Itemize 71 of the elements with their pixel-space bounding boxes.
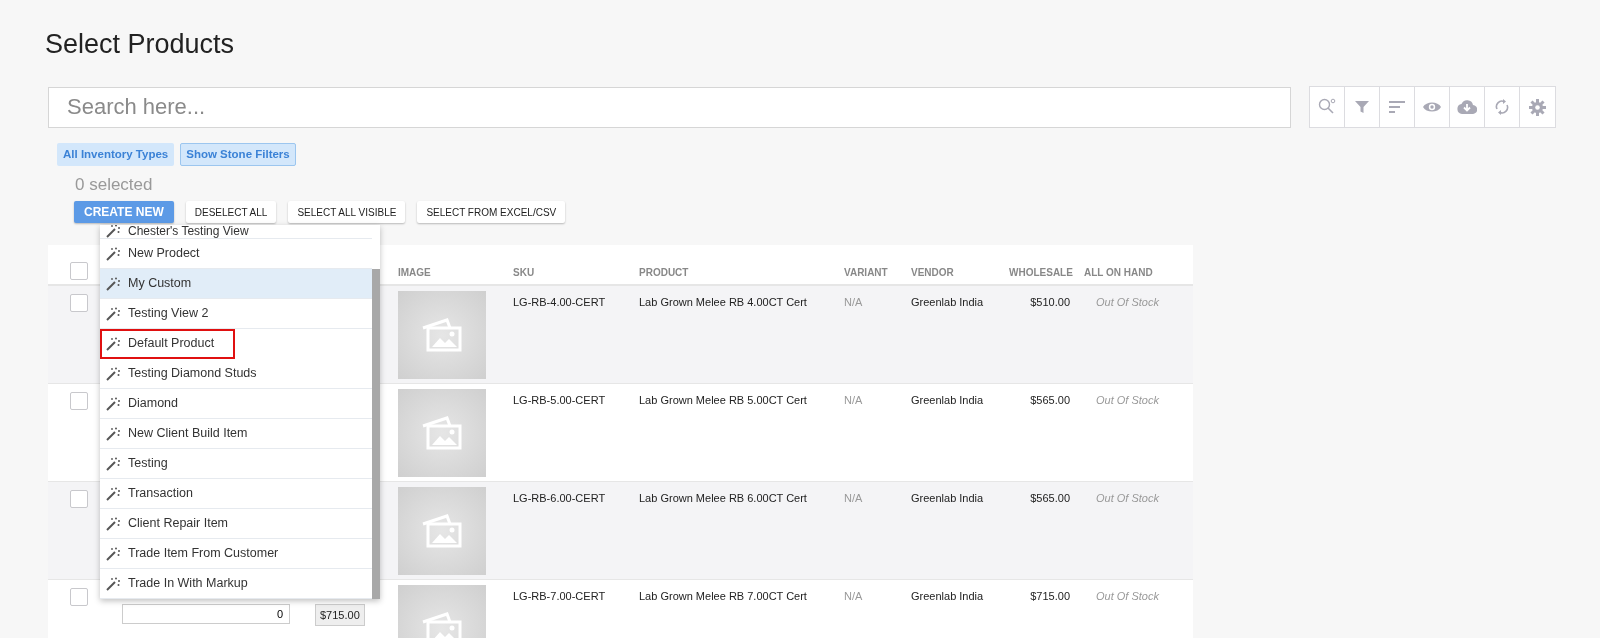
vendor-cell: Greenlab India [911,491,984,504]
column-header[interactable]: VENDOR [911,267,954,279]
variant-cell: N/A [844,296,863,309]
menu-item[interactable]: Diamond [100,389,372,419]
checkbox[interactable] [70,294,88,313]
magic-wand-icon [106,366,120,381]
action-button[interactable]: DESELECT ALL [185,201,277,224]
price-field: $715.00 [315,603,365,627]
column-header[interactable]: VARIANT [844,267,888,279]
wholesale-cell: $565.00 [1030,393,1070,406]
menu-item[interactable]: Trade In With Markup [100,569,372,599]
menu-item[interactable]: New Client Build Item [100,419,372,449]
menu-item[interactable]: My Custom [100,269,372,299]
wholesale-cell: $565.00 [1030,491,1070,504]
sku-cell: LG-RB-5.00-CERT [513,393,606,406]
magic-wand-icon [106,546,120,561]
magic-wand-icon [106,396,120,411]
product-cell: Lab Grown Melee RB 7.00CT Cert [639,589,807,602]
magic-wand-icon [106,426,120,441]
action-button[interactable]: SELECT ALL VISIBLE [288,201,406,224]
wholesale-cell: $715.00 [1030,589,1070,602]
menu-item[interactable]: Transaction [100,479,372,509]
sku-cell: LG-RB-4.00-CERT [513,296,606,309]
scrollbar[interactable] [372,269,380,599]
page-title: Select Products [45,28,236,60]
stock-status: Out Of Stock [1096,393,1159,406]
checkbox[interactable] [70,489,88,508]
magic-wand-icon [106,456,120,471]
product-cell: Lab Grown Melee RB 4.00CT Cert [639,296,807,309]
magic-wand-icon [106,336,120,351]
action-button[interactable]: SELECT FROM EXCEL/CSV [417,201,566,224]
menu-item[interactable]: Testing Diamond Studs [100,359,372,389]
product-cell: Lab Grown Melee RB 5.00CT Cert [639,393,807,406]
magic-wand-icon [106,516,120,531]
magic-wand-icon [106,306,120,321]
column-header[interactable]: IMAGE [398,267,431,279]
variant-cell: N/A [844,491,863,504]
column-header[interactable]: ALL ON HAND [1084,267,1153,279]
wholesale-cell: $510.00 [1030,296,1070,309]
menu-item[interactable]: New Prodect [100,239,372,269]
stock-status: Out Of Stock [1096,296,1159,309]
vendor-cell: Greenlab India [911,589,984,602]
magic-wand-icon [106,246,120,261]
vendor-cell: Greenlab India [911,393,984,406]
magic-wand-icon [106,576,120,591]
sku-cell: LG-RB-7.00-CERT [513,589,606,602]
stock-status: Out Of Stock [1096,589,1159,602]
magic-wand-icon [106,225,120,238]
menu-item[interactable]: Default Product [100,329,235,359]
checkbox[interactable] [70,587,88,606]
column-header[interactable]: SKU [513,267,535,279]
sku-cell: LG-RB-6.00-CERT [513,491,606,504]
checkbox[interactable] [70,391,88,410]
menu-item[interactable]: Testing View 2 [100,299,372,329]
selection-count: 0 selected [75,174,154,197]
vendor-cell: Greenlab India [911,296,984,309]
product-cell: Lab Grown Melee RB 6.00CT Cert [639,491,807,504]
quantity-field[interactable]: 0 [122,603,290,624]
menu-item[interactable]: Testing [100,449,372,479]
stock-status: Out Of Stock [1096,491,1159,504]
magic-wand-icon [106,486,120,501]
magic-wand-icon [106,276,120,291]
menu-item[interactable]: Chester's Testing View [100,225,372,239]
menu-item[interactable]: Client Repair Item [100,509,372,539]
search-field[interactable]: Search here... [48,86,1291,128]
variant-cell: N/A [844,589,863,602]
variant-cell: N/A [844,393,863,406]
column-header[interactable]: WHOLESALE [1009,267,1073,279]
checkbox[interactable] [70,261,88,280]
menu-item[interactable]: Trade Item From Customer [100,539,372,569]
column-header[interactable]: PRODUCT [639,267,689,279]
